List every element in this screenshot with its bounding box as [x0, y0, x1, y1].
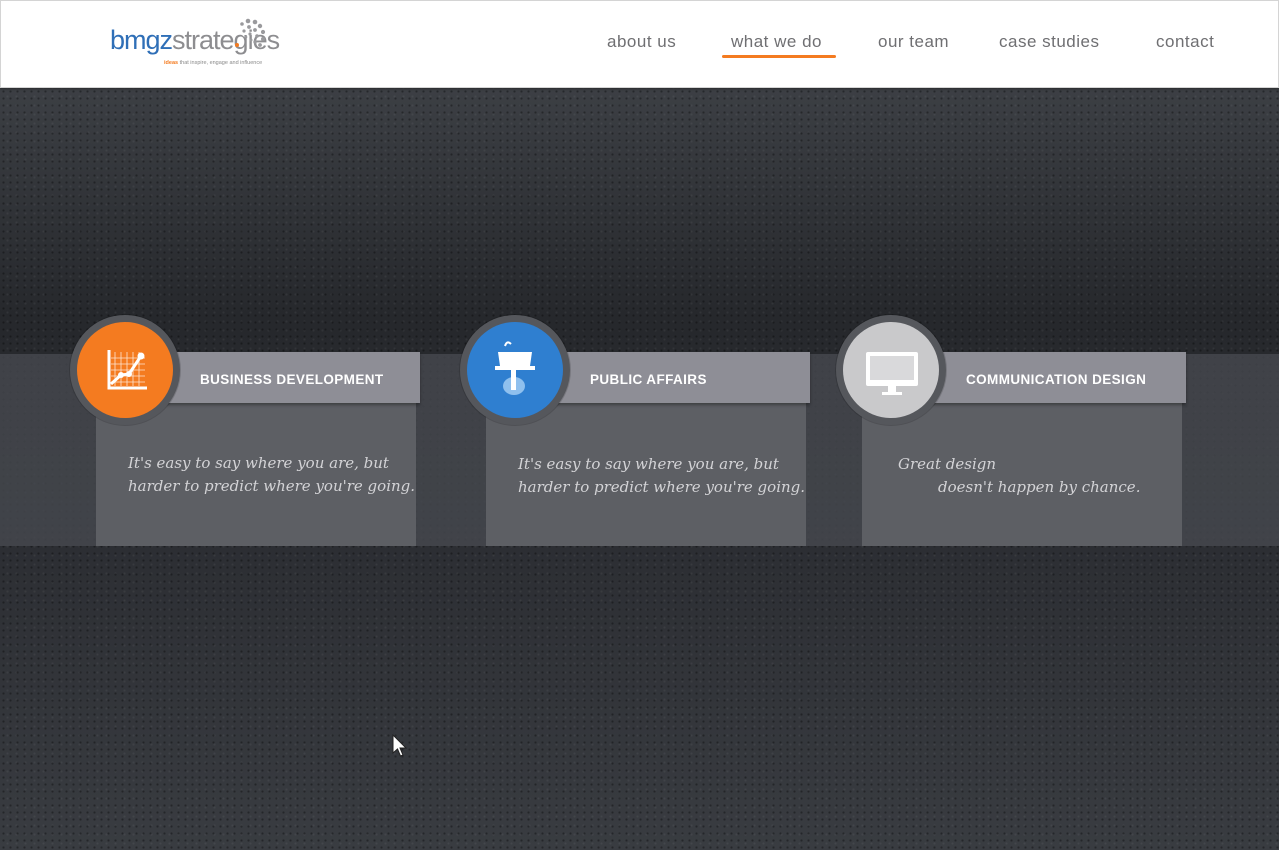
main-nav: about us what we do our team case studie… [1, 1, 1278, 87]
nav-active-underline [722, 55, 836, 58]
service-quote-line2: harder to predict where you're going. [128, 477, 416, 495]
service-quote-line1: It's easy to say where you are, but [128, 454, 389, 472]
mouse-cursor-icon [392, 734, 408, 757]
site-header: bmgzstrategies ideas that inspire, engag… [0, 0, 1279, 88]
service-quote-line1: It's easy to say where you are, but [518, 455, 779, 473]
growth-chart-icon [107, 350, 147, 390]
service-title-communication-design[interactable]: COMMUNICATION DESIGN [966, 372, 1146, 387]
monitor-icon [866, 352, 918, 395]
service-icon-badge-grey[interactable] [843, 322, 939, 418]
service-icon-badge-blue[interactable] [467, 322, 563, 418]
nav-about-us[interactable]: about us [607, 32, 676, 52]
service-quote-line1: Great design [898, 455, 997, 473]
service-title-business-development[interactable]: BUSINESS DEVELOPMENT [200, 372, 384, 387]
podium-icon [495, 341, 535, 395]
nav-case-studies[interactable]: case studies [999, 32, 1100, 52]
nav-what-we-do[interactable]: what we do [731, 32, 822, 52]
nav-contact[interactable]: contact [1156, 32, 1214, 52]
service-icon-badge-orange[interactable] [77, 322, 173, 418]
service-title-public-affairs[interactable]: PUBLIC AFFAIRS [590, 372, 707, 387]
service-quote-line2: doesn't happen by chance. [938, 478, 1141, 496]
nav-our-team[interactable]: our team [878, 32, 949, 52]
service-quote-line2: harder to predict where you're going. [518, 478, 806, 496]
